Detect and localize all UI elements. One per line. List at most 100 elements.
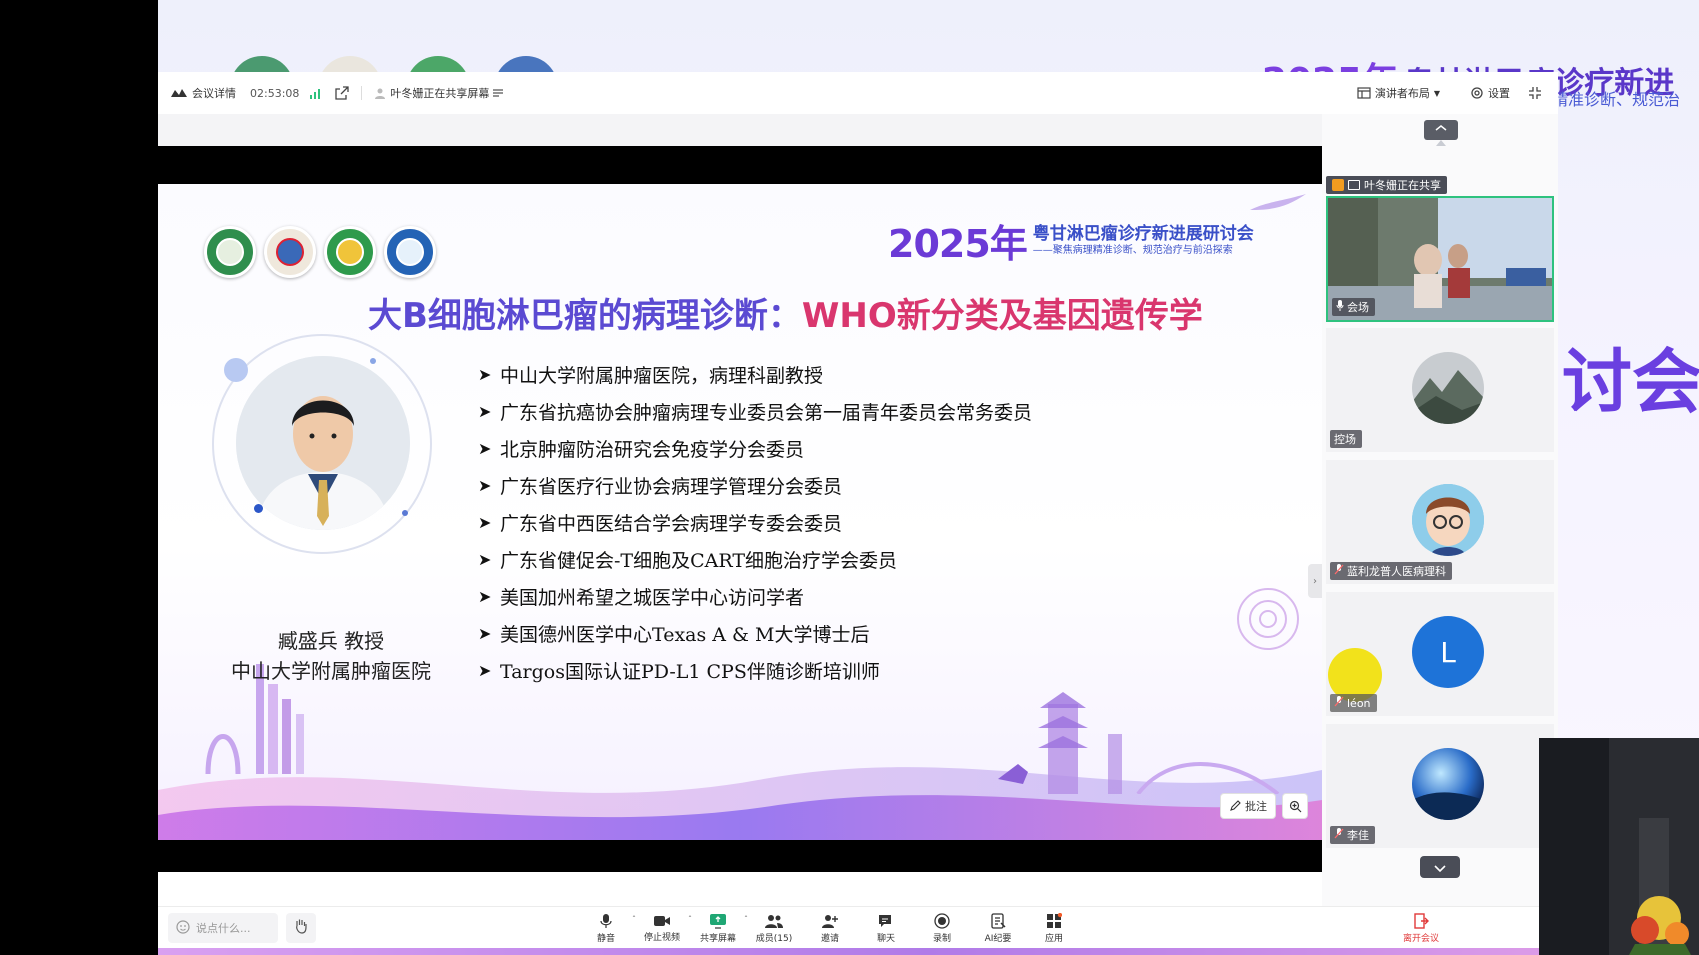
meeting-details-button[interactable]: 会议详情	[170, 85, 236, 101]
participant-tag: 李佳	[1330, 826, 1375, 844]
divider	[361, 86, 363, 100]
layout-button[interactable]: 演讲者布局 ▼	[1357, 85, 1440, 101]
mute-button[interactable]: 静音 ˆ	[578, 907, 636, 949]
chat-button[interactable]: 聊天	[858, 907, 914, 949]
popout-icon[interactable]	[335, 86, 350, 100]
society-logos	[204, 226, 436, 278]
scroll-down-button[interactable]	[1420, 856, 1460, 878]
bottom-toolbar: 说点什么... 静音 ˆ 停止视频 ˆ 共享屏幕 ˆ 成员(15) 邀请 聊天 …	[158, 906, 1558, 948]
flower-illustration	[1237, 588, 1299, 650]
tool-label: 录制	[932, 933, 951, 944]
apps-button[interactable]: 应用	[1026, 907, 1082, 949]
bg-side-text: 讨会	[1562, 341, 1699, 423]
zoom-in-icon	[1289, 800, 1302, 813]
mic-muted-icon	[1334, 828, 1344, 842]
elapsed-time: 02:53:08	[250, 86, 300, 100]
chat-icon	[879, 914, 891, 927]
arrow-icon: ➤	[478, 439, 492, 458]
share-screen-icon	[710, 913, 726, 929]
top-bar: 会议详情 02:53:08 叶冬姗正在共享屏幕 演讲者布局 ▼ 设置	[158, 72, 1558, 114]
ai-minutes-button[interactable]: AI纪要	[970, 907, 1026, 949]
tool-label: 共享屏幕	[699, 933, 736, 944]
mic-icon	[600, 913, 612, 928]
stop-video-button[interactable]: 停止视频 ˆ	[634, 907, 692, 949]
chevron-down-icon: ▼	[1433, 88, 1440, 98]
decor-dot	[224, 358, 248, 382]
conference-year: 2025年	[888, 222, 1028, 266]
panel-top-icon[interactable]	[1422, 118, 1460, 148]
list-item-text: 广东省抗癌协会肿瘤病理专业委员会第一届青年委员会常务委员	[500, 402, 1033, 424]
participant-tile-venue[interactable]: 会场	[1326, 196, 1554, 322]
avatar-letter: L	[1440, 635, 1456, 669]
collapse-panel-handle[interactable]: ›	[1308, 564, 1322, 598]
annotate-button[interactable]: 批注	[1220, 793, 1276, 819]
ai-notes-icon	[991, 912, 1006, 929]
arrow-icon: ➤	[478, 550, 492, 569]
sharing-banner-label: 叶冬姗正在共享	[1364, 179, 1441, 192]
tool-label: 聊天	[876, 933, 895, 944]
list-item: ➤ 美国德州医学中心Texas A & M大学博士后	[478, 615, 1032, 652]
speaker-credentials: ➤ 中山大学附属肿瘤医院，病理科副教授 ➤ 广东省抗癌协会肿瘤病理专业委员会第一届青…	[478, 356, 1032, 689]
mic-icon	[1336, 300, 1344, 314]
meeting-window: 会议详情 02:53:08 叶冬姗正在共享屏幕 演讲者布局 ▼ 设置 2025年…	[158, 72, 1558, 948]
zoom-button[interactable]	[1282, 793, 1308, 819]
list-item: ➤ 广东省医疗行业协会病理学管理分会委员	[478, 467, 1032, 504]
chat-input[interactable]: 说点什么...	[168, 913, 278, 943]
settings-button[interactable]: 设置	[1470, 85, 1510, 101]
list-item: ➤ 美国加州希望之城医学中心访问学者	[478, 578, 1032, 615]
exit-fullscreen-icon[interactable]	[1528, 86, 1542, 100]
leave-label: 离开会议	[1402, 933, 1439, 944]
society-logo-3	[324, 226, 376, 278]
participant-tag: 蓝利龙普人医病理科	[1330, 562, 1452, 580]
mic-muted-icon	[1334, 696, 1344, 710]
tool-label: 成员(15)	[755, 933, 793, 944]
participant-tag: 会场	[1332, 298, 1375, 316]
annotate-label: 批注	[1245, 800, 1267, 813]
participant-tag: léon	[1330, 694, 1377, 712]
list-item: ➤ 广东省抗癌协会肿瘤病理专业委员会第一届青年委员会常务委员	[478, 393, 1032, 430]
slide-title-part2: WHO新分类及基因遗传学	[801, 296, 1203, 336]
arrow-icon: ➤	[478, 476, 492, 495]
record-button[interactable]: 录制	[914, 907, 970, 949]
participant-name: 控场	[1334, 433, 1356, 446]
bg-banner-subtitle: 精准诊断、规范治	[1552, 90, 1681, 109]
hand-icon	[294, 918, 308, 938]
pagoda-illustration	[998, 692, 1280, 794]
avatar	[1412, 748, 1484, 820]
participant-tag: 控场	[1330, 430, 1362, 448]
exit-icon	[1414, 912, 1429, 929]
members-button[interactable]: 成员(15)	[746, 907, 802, 949]
list-item: ➤ 北京肿瘤防治研究会免疫学分会委员	[478, 430, 1032, 467]
list-item-text: 美国德州医学中心Texas A & M大学博士后	[500, 624, 870, 646]
participant-tile[interactable]: 控场	[1326, 328, 1554, 452]
shared-screen: 2025年 粤甘淋巴瘤诊疗新进展研讨会 ——聚焦病理精准诊断、规范治疗与前沿探索…	[158, 146, 1322, 872]
list-item-text: 广东省健促会-T细胞及CART细胞治疗学会委员	[500, 550, 897, 572]
pen-icon	[1229, 800, 1241, 812]
settings-label: 设置	[1488, 87, 1510, 100]
record-icon	[934, 912, 950, 929]
participant-tile[interactable]: L léon	[1326, 592, 1554, 716]
signal-icon[interactable]	[309, 87, 323, 99]
sharing-indicator[interactable]: 叶冬姗正在共享屏幕	[374, 85, 504, 101]
participant-name: léon	[1347, 696, 1371, 710]
participant-name: 会场	[1347, 301, 1369, 314]
decor-dot	[402, 510, 408, 516]
tool-label: AI纪要	[984, 933, 1012, 944]
arrow-icon: ➤	[478, 587, 492, 606]
leave-meeting-button[interactable]: 离开会议	[1396, 907, 1446, 949]
user-icon	[374, 87, 386, 99]
bird-illustration	[1250, 194, 1306, 210]
society-logo-4	[384, 226, 436, 278]
invite-button[interactable]: 邀请	[802, 907, 858, 949]
participant-tile[interactable]: 蓝利龙普人医病理科	[1326, 460, 1554, 584]
raise-hand-button[interactable]	[286, 913, 316, 943]
tool-label: 应用	[1044, 933, 1063, 944]
participant-name: 蓝利龙普人医病理科	[1347, 565, 1446, 578]
conference-title-block: 粤甘淋巴瘤诊疗新进展研讨会 ——聚焦病理精准诊断、规范治疗与前沿探索	[1033, 224, 1254, 258]
toolbar-tools: 静音 ˆ 停止视频 ˆ 共享屏幕 ˆ 成员(15) 邀请 聊天 录制 AI纪要 …	[578, 907, 1082, 949]
tool-label: 邀请	[820, 933, 839, 944]
share-screen-button[interactable]: 共享屏幕 ˆ	[690, 907, 748, 949]
layout-label: 演讲者布局	[1374, 87, 1430, 100]
participant-tile[interactable]: 李佳	[1326, 724, 1554, 848]
arrow-icon: ➤	[478, 513, 492, 532]
